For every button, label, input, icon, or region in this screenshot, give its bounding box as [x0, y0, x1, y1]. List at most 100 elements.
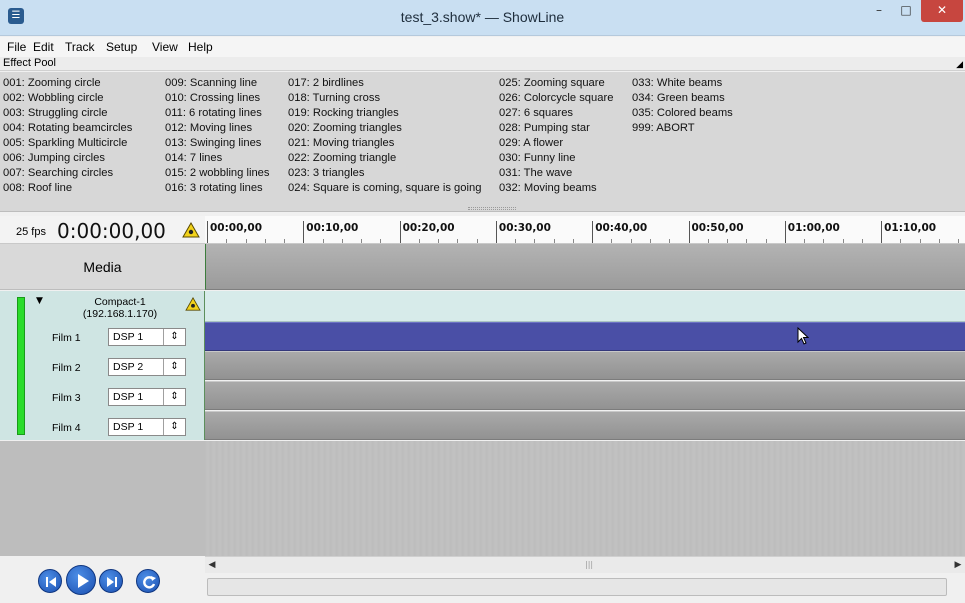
effect-item[interactable]: 033: White beams	[632, 76, 733, 91]
effect-item[interactable]: 018: Turning cross	[288, 91, 481, 106]
ruler-minor-tick	[457, 239, 459, 243]
effect-item[interactable]: 005: Sparkling Multicircle	[3, 136, 132, 151]
title-bar: ☰ test_3.show* — ShowLine – □ ✕	[0, 0, 965, 36]
effect-item[interactable]: 016: 3 rotating lines	[165, 181, 270, 196]
repeat-button[interactable]	[136, 569, 160, 593]
ruler-major-tick	[784, 221, 786, 243]
ruler-minor-tick	[669, 239, 671, 243]
effect-item[interactable]: 013: Swinging lines	[165, 136, 270, 151]
mouse-cursor-icon	[797, 327, 809, 345]
ruler-minor-tick	[380, 239, 382, 243]
effect-item[interactable]: 011: 6 rotating lines	[165, 106, 270, 121]
effect-pool: 001: Zooming circle 002: Wobbling circle 0…	[0, 72, 965, 212]
effect-item[interactable]: 032: Moving beams	[499, 181, 613, 196]
ruler-minor-tick	[476, 239, 478, 243]
effect-item[interactable]: 002: Wobbling circle	[3, 91, 132, 106]
film-track-lane-3[interactable]	[205, 381, 965, 410]
ruler-minor-tick	[245, 239, 247, 243]
effect-pool-header: Effect Pool ◢	[0, 57, 965, 71]
spinner-icon[interactable]: ⇕	[163, 329, 185, 345]
effect-item[interactable]: 035: Colored beams	[632, 106, 733, 121]
effect-item[interactable]: 031: The wave	[499, 166, 613, 181]
effect-item[interactable]: 010: Crossing lines	[165, 91, 270, 106]
film-label: Film 1	[52, 332, 81, 344]
collapse-arrow-icon[interactable]: ▼	[36, 296, 43, 306]
time-ruler[interactable]: 00:00,00 00:10,00 00:20,00 00:30,00 00:40,00…	[205, 216, 965, 244]
ruler-label: 00:30,00	[498, 222, 551, 234]
menu-view[interactable]: View	[152, 40, 178, 54]
play-button[interactable]	[66, 565, 96, 595]
effect-item[interactable]: 017: 2 birdlines	[288, 76, 481, 91]
effect-item[interactable]: 009: Scanning line	[165, 76, 270, 91]
ruler-minor-tick	[919, 239, 921, 243]
menu-help[interactable]: Help	[188, 40, 213, 54]
menu-edit[interactable]: Edit	[33, 40, 54, 54]
scroll-thumb-grip[interactable]: |||	[585, 560, 593, 569]
effect-item[interactable]: 020: Zooming triangles	[288, 121, 481, 136]
dsp-select[interactable]: DSP 1 ⇕	[108, 418, 186, 436]
device-name: Compact-1	[94, 296, 146, 308]
device-warning-icon[interactable]	[185, 297, 201, 311]
minimize-button[interactable]: –	[866, 0, 892, 22]
effect-item[interactable]: 012: Moving lines	[165, 121, 270, 136]
effect-item[interactable]: 001: Zooming circle	[3, 76, 132, 91]
dsp-select[interactable]: DSP 1 ⇕	[108, 388, 186, 406]
dsp-select[interactable]: DSP 2 ⇕	[108, 358, 186, 376]
media-track-lane[interactable]	[205, 244, 965, 290]
effect-column: 033: White beams 034: Green beams 035: Col…	[632, 76, 733, 136]
film-track-lane-4[interactable]	[205, 411, 965, 440]
dsp-select[interactable]: DSP 1 ⇕	[108, 328, 186, 346]
device-track-lane[interactable]	[205, 291, 965, 322]
close-button[interactable]: ✕	[921, 0, 963, 22]
effect-item[interactable]: 003: Struggling circle	[3, 106, 132, 121]
effect-item[interactable]: 008: Roof line	[3, 181, 132, 196]
effect-item[interactable]: 004: Rotating beamcircles	[3, 121, 132, 136]
effect-item[interactable]: 006: Jumping circles	[3, 151, 132, 166]
menu-file[interactable]: File	[7, 40, 26, 54]
ruler-minor-tick	[804, 239, 806, 243]
effect-item[interactable]: 021: Moving triangles	[288, 136, 481, 151]
effect-item[interactable]: 030: Funny line	[499, 151, 613, 166]
spinner-icon[interactable]: ⇕	[163, 359, 185, 375]
ruler-major-tick	[592, 221, 594, 243]
maximize-button[interactable]: □	[893, 0, 919, 22]
effect-item[interactable]: 015: 2 wobbling lines	[165, 166, 270, 181]
ruler-major-tick	[495, 221, 497, 243]
spinner-icon[interactable]: ⇕	[163, 419, 185, 435]
film-track-lane-2[interactable]	[205, 351, 965, 380]
effect-item[interactable]: 019: Rocking triangles	[288, 106, 481, 121]
effect-item[interactable]: 034: Green beams	[632, 91, 733, 106]
dock-float-icon[interactable]: ◢	[956, 58, 963, 71]
effect-item[interactable]: 024: Square is coming, square is going	[288, 181, 481, 196]
warning-icon[interactable]	[182, 222, 200, 238]
horizontal-scrollbar[interactable]: ◀ ||| ▶	[205, 556, 965, 573]
scroll-left-icon[interactable]: ◀	[205, 558, 219, 572]
effect-item[interactable]: 023: 3 triangles	[288, 166, 481, 181]
spinner-icon[interactable]: ⇕	[163, 389, 185, 405]
dsp-value: DSP 1	[113, 331, 144, 343]
film-track-lane-1[interactable]	[205, 322, 965, 351]
ruler-minor-tick	[765, 239, 767, 243]
menu-track[interactable]: Track	[65, 40, 95, 54]
effect-item[interactable]: 026: Colorcycle square	[499, 91, 613, 106]
splitter-handle[interactable]	[468, 207, 516, 210]
menu-setup[interactable]: Setup	[106, 40, 137, 54]
ruler-minor-tick	[264, 239, 266, 243]
effect-item[interactable]: 999: ABORT	[632, 121, 733, 136]
ruler-label: 00:20,00	[402, 222, 455, 234]
effect-item[interactable]: 028: Pumping star	[499, 121, 613, 136]
effect-item[interactable]: 029: A flower	[499, 136, 613, 151]
scroll-right-icon[interactable]: ▶	[951, 558, 965, 572]
ruler-minor-tick	[611, 239, 613, 243]
effect-item[interactable]: 014: 7 lines	[165, 151, 270, 166]
forward-button[interactable]	[99, 569, 123, 593]
effect-item[interactable]: 022: Zooming triangle	[288, 151, 481, 166]
ruler-minor-tick	[284, 239, 286, 243]
effect-item[interactable]: 025: Zooming square	[499, 76, 613, 91]
effect-item[interactable]: 007: Searching circles	[3, 166, 132, 181]
effect-item[interactable]: 027: 6 squares	[499, 106, 613, 121]
rewind-button[interactable]	[38, 569, 62, 593]
film-label: Film 4	[52, 422, 81, 434]
ruler-minor-tick	[515, 239, 517, 243]
play-icon	[78, 574, 89, 588]
